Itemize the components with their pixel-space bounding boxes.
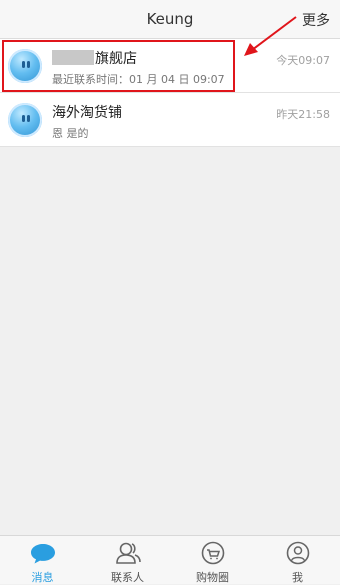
tab-me[interactable]: 我 <box>255 536 340 584</box>
conversation-item[interactable]: 海外淘货铺 恩 是的 昨天21:58 <box>0 93 340 147</box>
conversation-time: 昨天21:58 <box>276 108 330 121</box>
avatar-eye-icon <box>27 61 30 68</box>
conversation-name: 旗舰店 <box>52 48 137 68</box>
contacts-icon <box>116 542 141 564</box>
redacted-block <box>52 50 94 65</box>
conversation-name-text: 旗舰店 <box>95 51 137 67</box>
avatar-eye-icon <box>22 61 25 68</box>
more-button[interactable]: 更多 <box>302 10 330 30</box>
avatar-eye-icon <box>27 115 30 122</box>
conversation-subtitle: 恩 是的 <box>52 127 89 140</box>
chat-bubble-icon <box>31 544 55 564</box>
avatar <box>8 49 42 83</box>
arrow-annotation-icon <box>244 16 297 56</box>
conversation-name: 海外淘货铺 <box>52 102 122 122</box>
conversation-name-text: 海外淘货铺 <box>52 105 122 121</box>
tab-shopping-circle[interactable]: 购物圈 <box>170 536 255 584</box>
profile-icon <box>286 541 310 565</box>
conversation-subtitle: 最近联系时间：01 月 04 日 09:07 <box>52 73 225 86</box>
shopping-circle-icon <box>201 541 225 565</box>
tab-contacts[interactable]: 联系人 <box>85 536 170 584</box>
avatar <box>8 103 42 137</box>
tab-messages[interactable]: 消息 <box>0 536 85 584</box>
tab-bar: 消息 联系人 购物圈 我 <box>0 535 340 584</box>
avatar-eye-icon <box>22 115 25 122</box>
